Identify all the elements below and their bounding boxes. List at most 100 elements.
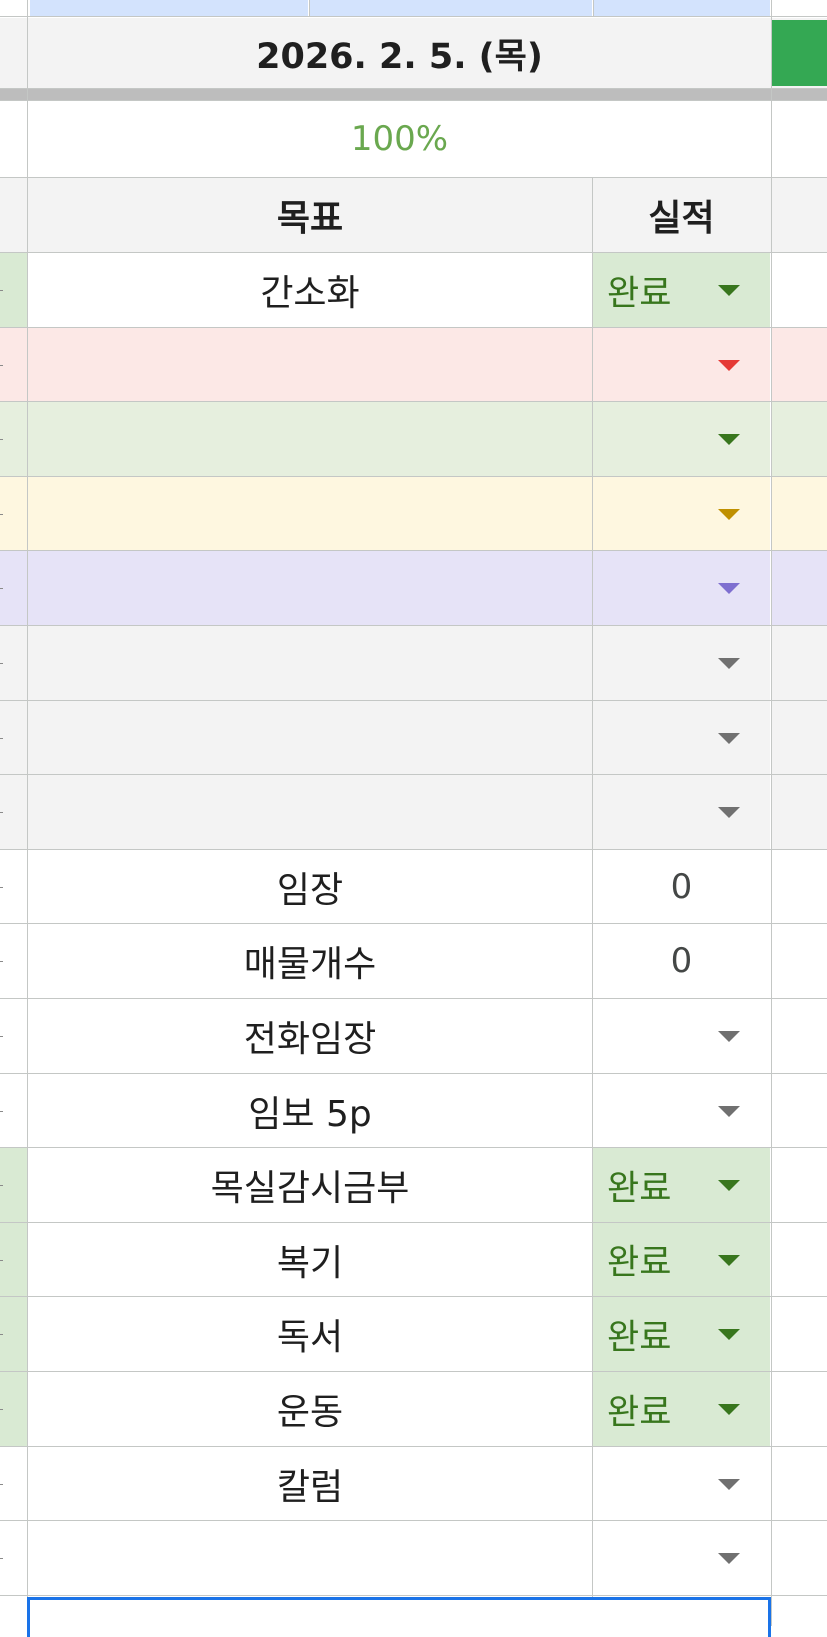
goal-header-cell[interactable]: 목표 — [28, 178, 592, 252]
goal-cell[interactable]: 칼럼 — [28, 1447, 592, 1520]
dropdown-arrow-icon[interactable] — [718, 1553, 740, 1564]
result-dropdown-cell[interactable] — [593, 775, 770, 849]
result-dropdown-cell[interactable] — [593, 328, 770, 401]
right-band-cell[interactable] — [771, 328, 827, 401]
goal-cell[interactable]: 독서 — [28, 1297, 592, 1371]
date-header-cell[interactable]: 2026. 2. 5. (목) — [28, 18, 771, 88]
result-dropdown-cell[interactable] — [593, 551, 770, 625]
goal-cell[interactable] — [28, 775, 592, 849]
goal-cell[interactable]: 매물개수 — [28, 924, 592, 998]
goal-cell[interactable]: 복기 — [28, 1223, 592, 1296]
dropdown-arrow-icon[interactable] — [718, 1254, 740, 1266]
goal-cell[interactable]: 목실감시금부 — [28, 1148, 592, 1222]
result-value-cell[interactable]: 0 — [593, 850, 770, 923]
right-band-cell[interactable] — [771, 1297, 827, 1371]
row-left-sliver[interactable] — [0, 253, 27, 327]
row-left-sliver[interactable] — [0, 402, 27, 476]
right-band-cell[interactable] — [771, 626, 827, 700]
top-strip-cell[interactable] — [594, 0, 770, 16]
row-left-sliver[interactable] — [0, 850, 27, 923]
result-dropdown-cell[interactable] — [593, 1074, 770, 1147]
dropdown-arrow-icon[interactable] — [718, 508, 740, 520]
dropdown-arrow-icon[interactable] — [718, 285, 740, 296]
dropdown-arrow-icon[interactable] — [718, 1031, 740, 1042]
goal-cell[interactable] — [28, 701, 592, 774]
goal-cell[interactable] — [28, 477, 592, 550]
right-band-cell[interactable] — [771, 1521, 827, 1595]
goal-cell[interactable]: 임보 5p — [28, 1074, 592, 1147]
top-strip-cell[interactable] — [310, 0, 592, 16]
right-band-cell[interactable] — [771, 1447, 827, 1520]
row-left-sliver[interactable] — [0, 551, 27, 625]
row-left-sliver[interactable] — [0, 1148, 27, 1222]
row-left-sliver[interactable] — [0, 328, 27, 401]
header-gridline — [0, 16, 827, 17]
goal-cell[interactable]: 간소화 — [28, 253, 592, 327]
goal-cell[interactable] — [28, 626, 592, 700]
result-dropdown-cell[interactable] — [593, 402, 770, 476]
row-left-sliver[interactable] — [0, 701, 27, 774]
frozen-row-divider[interactable] — [0, 89, 827, 100]
right-band-cell[interactable] — [771, 402, 827, 476]
result-dropdown-cell[interactable]: 완료 — [593, 1148, 770, 1222]
result-dropdown-cell[interactable] — [593, 477, 770, 550]
right-band-cell[interactable] — [771, 999, 827, 1073]
result-dropdown-cell[interactable] — [593, 701, 770, 774]
row-left-sliver[interactable] — [0, 999, 27, 1073]
goal-cell[interactable] — [28, 328, 592, 401]
top-strip-cell[interactable] — [30, 0, 308, 16]
row-left-sliver[interactable] — [0, 1521, 27, 1595]
right-band-cell[interactable] — [771, 477, 827, 550]
result-value-cell[interactable]: 0 — [593, 924, 770, 998]
dropdown-arrow-icon[interactable] — [718, 807, 740, 818]
right-band-cell[interactable] — [771, 253, 827, 327]
dropdown-arrow-icon[interactable] — [718, 1404, 740, 1415]
dropdown-arrow-icon[interactable] — [718, 1105, 740, 1117]
result-dropdown-cell[interactable] — [593, 999, 770, 1073]
dropdown-arrow-icon[interactable] — [718, 434, 740, 445]
row-left-sliver[interactable] — [0, 775, 27, 849]
row-left-sliver[interactable] — [0, 1297, 27, 1371]
selected-cell-outline[interactable] — [27, 1597, 771, 1637]
green-status-cell[interactable] — [772, 20, 827, 86]
progress-cell[interactable]: 100% — [28, 101, 771, 177]
row-left-sliver[interactable] — [0, 477, 27, 550]
row-left-sliver[interactable] — [0, 1074, 27, 1147]
row-left-sliver[interactable] — [0, 1372, 27, 1446]
goal-cell[interactable]: 전화임장 — [28, 999, 592, 1073]
dropdown-arrow-icon[interactable] — [718, 658, 740, 669]
row-left-sliver[interactable] — [0, 626, 27, 700]
result-dropdown-cell[interactable]: 완료 — [593, 1297, 770, 1371]
goal-header-text: 목표 — [276, 198, 344, 239]
goal-cell[interactable] — [28, 402, 592, 476]
result-dropdown-cell[interactable] — [593, 1447, 770, 1520]
right-band-cell[interactable] — [771, 924, 827, 998]
right-band-cell[interactable] — [771, 1074, 827, 1147]
right-band-cell[interactable] — [771, 850, 827, 923]
dropdown-arrow-icon[interactable] — [718, 732, 740, 744]
row-left-sliver[interactable] — [0, 1223, 27, 1296]
result-dropdown-cell[interactable] — [593, 626, 770, 700]
dropdown-arrow-icon[interactable] — [718, 583, 740, 594]
dropdown-arrow-icon[interactable] — [718, 1478, 740, 1490]
right-band-cell[interactable] — [771, 775, 827, 849]
goal-cell[interactable] — [28, 1521, 592, 1595]
right-band-cell[interactable] — [771, 1223, 827, 1296]
goal-cell[interactable]: 운동 — [28, 1372, 592, 1446]
goal-cell[interactable] — [28, 551, 592, 625]
dropdown-arrow-icon[interactable] — [718, 359, 740, 371]
goal-cell[interactable]: 임장 — [28, 850, 592, 923]
result-header-cell[interactable]: 실적 — [593, 178, 770, 252]
result-dropdown-cell[interactable]: 완료 — [593, 1223, 770, 1296]
right-band-cell[interactable] — [771, 1372, 827, 1446]
right-band-cell[interactable] — [771, 701, 827, 774]
result-dropdown-cell[interactable]: 완료 — [593, 1372, 770, 1446]
result-dropdown-cell[interactable]: 완료 — [593, 253, 770, 327]
right-band-cell[interactable] — [771, 551, 827, 625]
row-left-sliver[interactable] — [0, 924, 27, 998]
dropdown-arrow-icon[interactable] — [718, 1329, 740, 1340]
result-dropdown-cell[interactable] — [593, 1521, 770, 1595]
dropdown-arrow-icon[interactable] — [718, 1180, 740, 1191]
row-left-sliver[interactable] — [0, 1447, 27, 1520]
right-band-cell[interactable] — [771, 1148, 827, 1222]
